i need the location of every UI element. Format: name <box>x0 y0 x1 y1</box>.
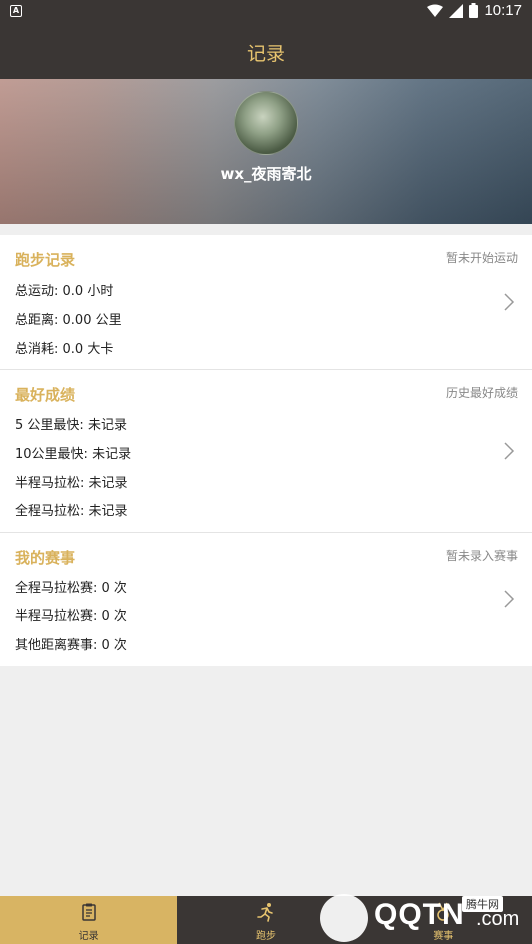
my-events-card[interactable]: 我的赛事 暂未录入赛事 全程马拉松赛: 0 次 半程马拉松赛: 0 次 其他距离… <box>0 533 532 666</box>
section-hint: 历史最好成绩 <box>445 386 518 400</box>
stat-row-total-calories: 总消耗: 0.0 大卡 <box>15 338 113 357</box>
stat-value: 0.0 小时 <box>62 284 114 299</box>
stat-value: 0 次 <box>101 609 127 624</box>
chevron-right-icon[interactable] <box>502 293 516 311</box>
stat-label: 总消耗: <box>15 342 59 357</box>
stat-label: 全程马拉松: <box>15 504 85 519</box>
tab-record[interactable]: 记录 <box>0 896 178 944</box>
app-bar: 记录 <box>0 24 532 79</box>
stat-label: 其他距离赛事: <box>15 638 98 653</box>
stat-label: 5 公里最快: <box>15 418 84 433</box>
chevron-right-icon[interactable] <box>502 590 516 608</box>
stat-row-10k: 10公里最快: 未记录 <box>15 443 131 462</box>
wifi-icon <box>427 4 444 17</box>
stat-value: 未记录 <box>87 418 127 433</box>
stat-row-half-marathon-events: 半程马拉松赛: 0 次 <box>15 605 127 624</box>
tab-label: 记录 <box>78 931 99 942</box>
avatar[interactable] <box>234 91 298 155</box>
profile-banner: wx_夜雨寄北 <box>0 79 532 224</box>
watermark-badge: 腾牛网 <box>462 896 503 912</box>
stat-label: 10公里最快: <box>15 447 88 462</box>
page-title: 记录 <box>246 43 285 65</box>
stat-row-full-marathon-events: 全程马拉松赛: 0 次 <box>15 577 127 596</box>
stat-row-full-marathon: 全程马拉松: 未记录 <box>15 500 128 519</box>
stat-value: 0.00 公里 <box>62 313 122 328</box>
username: wx_夜雨寄北 <box>220 165 312 183</box>
watermark-logo <box>320 894 368 942</box>
watermark: QQTN .com 腾牛网 <box>316 892 532 944</box>
stat-value: 0 次 <box>101 581 127 596</box>
stat-value: 未记录 <box>88 476 128 491</box>
section-title: 最好成绩 <box>15 386 76 404</box>
clock: 10:17 <box>484 2 522 19</box>
stat-value: 未记录 <box>92 447 132 462</box>
section-title: 我的赛事 <box>15 549 76 567</box>
signal-icon <box>449 3 464 18</box>
stat-label: 全程马拉松赛: <box>15 581 98 596</box>
best-results-card[interactable]: 最好成绩 历史最好成绩 5 公里最快: 未记录 10公里最快: 未记录 半程马拉… <box>0 370 532 532</box>
stat-value: 0 次 <box>101 638 127 653</box>
section-hint: 暂未录入赛事 <box>445 549 518 563</box>
section-hint: 暂未开始运动 <box>445 251 518 265</box>
section-title: 跑步记录 <box>15 251 76 269</box>
stat-row-other-events: 其他距离赛事: 0 次 <box>15 634 127 653</box>
clipboard-icon <box>81 903 96 921</box>
stat-value: 未记录 <box>88 504 128 519</box>
chevron-right-icon[interactable] <box>502 442 516 460</box>
runner-icon <box>257 903 273 922</box>
status-bar: A 10:17 <box>0 0 532 24</box>
stat-label: 总运动: <box>15 284 59 299</box>
watermark-text: QQTN <box>374 898 465 931</box>
stat-row-total-time: 总运动: 0.0 小时 <box>15 280 113 299</box>
notification-icon: A <box>10 5 22 17</box>
battery-icon <box>469 3 479 18</box>
stat-row-half-marathon: 半程马拉松: 未记录 <box>15 472 128 491</box>
stat-label: 半程马拉松: <box>15 476 85 491</box>
running-record-card[interactable]: 跑步记录 暂未开始运动 总运动: 0.0 小时 总距离: 0.00 公里 总消耗… <box>0 235 532 369</box>
stat-label: 总距离: <box>15 313 59 328</box>
stat-row-total-distance: 总距离: 0.00 公里 <box>15 309 122 328</box>
stat-row-5k: 5 公里最快: 未记录 <box>15 414 127 433</box>
stat-value: 0.0 大卡 <box>62 342 114 357</box>
stat-label: 半程马拉松赛: <box>15 609 98 624</box>
